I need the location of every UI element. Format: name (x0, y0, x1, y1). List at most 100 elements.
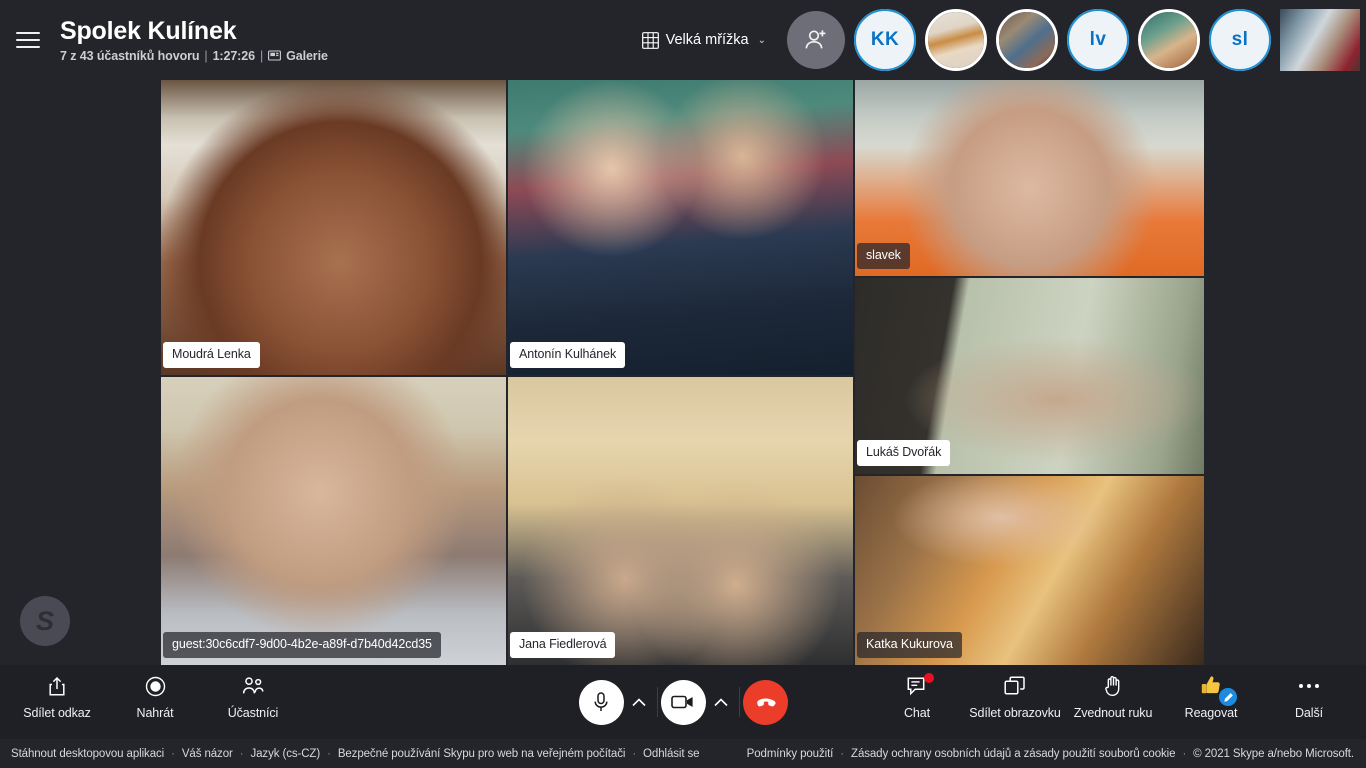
footer-separator: · (239, 747, 244, 760)
video-stream (508, 80, 853, 375)
pencil-icon (1223, 692, 1233, 702)
avatar-image (1141, 12, 1197, 68)
participant-name-label: slavek (857, 243, 910, 269)
avatar-initials: sl (1231, 29, 1249, 50)
page-title: Spolek Kulínek (60, 17, 237, 46)
participants-button[interactable]: Účastníci (204, 675, 302, 720)
skype-watermark: S (20, 596, 70, 646)
participant-name-label: Lukáš Dvořák (857, 440, 951, 466)
avatar-lv[interactable]: lv (1067, 9, 1129, 71)
avatar-trio[interactable] (1280, 9, 1360, 71)
subtitle-separator: | (204, 48, 208, 63)
video-tile-slavek[interactable]: slavek (855, 80, 1204, 276)
avatar-cat[interactable] (925, 9, 987, 71)
video-tile-antonin-kulhanek[interactable]: Antonín Kulhánek (508, 80, 853, 375)
page-footer: Stáhnout desktopovou aplikaci · Váš názo… (0, 739, 1366, 768)
microphone-options-caret[interactable] (624, 680, 654, 725)
footer-link-download-app[interactable]: Stáhnout desktopovou aplikaci (11, 748, 164, 760)
call-duration: 1:27:26 (212, 48, 255, 63)
gallery-button[interactable]: Galerie (268, 49, 328, 63)
avatar-image (928, 12, 984, 68)
more-button[interactable]: Další (1260, 675, 1358, 720)
hamburger-menu-icon[interactable] (6, 18, 50, 62)
camera-options-caret[interactable] (706, 680, 736, 725)
share-screen-button[interactable]: Sdílet obrazovku (966, 675, 1064, 720)
footer-copyright: © 2021 Skype a/nebo Microsoft. (1193, 747, 1354, 760)
footer-link-language[interactable]: Jazyk (cs-CZ) (250, 748, 320, 760)
footer-separator: · (632, 747, 637, 760)
video-tile-guest[interactable]: guest:30c6cdf7-9d00-4b2e-a89f-d7b40d42cd… (161, 377, 506, 665)
participants-label: Účastníci (227, 706, 279, 720)
participant-count: 7 z 43 účastníků hovoru (60, 48, 200, 63)
avatar-group[interactable] (996, 9, 1058, 71)
chat-unread-badge (924, 673, 934, 683)
ellipsis-icon (1297, 675, 1321, 697)
footer-link-terms[interactable]: Podmínky použití (747, 748, 834, 760)
footer-right-links: Podmínky použití · Zásady ochrany osobní… (747, 748, 1354, 760)
footer-left-links: Stáhnout desktopovou aplikaci · Váš názo… (11, 747, 700, 760)
avatar-initials: lv (1089, 29, 1107, 50)
chat-label: Chat (903, 706, 930, 720)
avatar-initials: KK (870, 29, 900, 50)
layout-selector[interactable]: Velká mřížka ⌄ (641, 31, 766, 49)
participant-name-label: guest:30c6cdf7-9d00-4b2e-a89f-d7b40d42cd… (163, 632, 441, 658)
video-stream (161, 377, 506, 665)
chat-button[interactable]: Chat (868, 673, 966, 720)
avatar-sl[interactable]: sl (1209, 9, 1271, 71)
video-camera-icon (671, 695, 693, 709)
footer-separator: · (171, 747, 175, 760)
participant-name-label: Antonín Kulhánek (510, 342, 626, 368)
header-right-cluster: Velká mřížka ⌄ KK lv sl (641, 9, 1366, 71)
video-stream (508, 377, 853, 665)
share-link-label: Sdílet odkaz (23, 706, 91, 720)
video-tile-katka-kukurova[interactable]: Katka Kukurova (855, 476, 1204, 665)
participant-name-label: Jana Fiedlerová (510, 632, 616, 658)
subtitle-separator: | (259, 48, 264, 63)
footer-link-signout[interactable]: Odhlásit se (643, 748, 700, 760)
react-button[interactable]: Reagovat (1162, 675, 1260, 720)
hamburger-bar (16, 32, 40, 34)
video-tile-jana-fiedlerova[interactable]: Jana Fiedlerová (508, 377, 853, 665)
call-title-block: Spolek Kulínek 7 z 43 účastníků hovoru |… (60, 17, 328, 63)
camera-button[interactable] (660, 679, 706, 725)
footer-separator: · (1182, 747, 1187, 760)
end-call-button[interactable] (742, 679, 788, 725)
avatar-image (1280, 9, 1360, 71)
footer-link-feedback[interactable]: Váš názor (182, 748, 233, 760)
avatar-kk[interactable]: KK (854, 9, 916, 71)
avatar-image (999, 12, 1055, 68)
call-subtitle: 7 z 43 účastníků hovoru | 1:27:26 | Gale… (60, 49, 328, 63)
call-header: Spolek Kulínek 7 z 43 účastníků hovoru |… (0, 0, 1366, 80)
share-link-button[interactable]: Sdílet odkaz (8, 675, 106, 720)
hamburger-bar (16, 39, 40, 41)
raise-hand-label: Zvednout ruku (1073, 706, 1153, 720)
footer-link-safe-usage[interactable]: Bezpečné používání Skypu pro web na veře… (338, 748, 626, 760)
video-tile-moudra-lenka[interactable]: Moudrá Lenka (161, 80, 506, 375)
gallery-label: Galerie (286, 48, 328, 63)
hand-icon (1103, 675, 1123, 697)
participant-name-label: Moudrá Lenka (163, 342, 260, 368)
raise-hand-button[interactable]: Zvednout ruku (1064, 675, 1162, 720)
microphone-icon (594, 692, 608, 711)
add-participant-button[interactable] (787, 11, 845, 69)
share-icon (47, 675, 67, 697)
footer-link-privacy[interactable]: Zásady ochrany osobních údajů a zásady p… (851, 748, 1176, 760)
phone-hangup-icon (757, 698, 776, 707)
skype-call-window: Spolek Kulínek 7 z 43 účastníků hovoru |… (0, 0, 1366, 768)
microphone-button[interactable] (578, 679, 624, 725)
call-controls (563, 665, 803, 739)
participant-name-label: Katka Kukurova (857, 632, 962, 658)
gallery-icon (268, 50, 282, 61)
avatar-sunglasses[interactable] (1138, 9, 1200, 71)
add-person-icon (805, 30, 826, 49)
video-tile-lukas-dvorak[interactable]: Lukáš Dvořák (855, 278, 1204, 474)
control-divider (656, 687, 658, 717)
control-divider (738, 687, 740, 717)
call-toolbar: Sdílet odkaz Nahrát Účastníci Chat Sdíle… (0, 665, 1366, 739)
toolbar-left-group: Sdílet odkaz Nahrát Účastníci (8, 665, 302, 739)
edit-reaction-badge[interactable] (1218, 687, 1238, 707)
record-button[interactable]: Nahrát (106, 675, 204, 720)
record-icon (145, 675, 166, 697)
chevron-up-icon (631, 697, 646, 706)
record-label: Nahrát (136, 706, 174, 720)
